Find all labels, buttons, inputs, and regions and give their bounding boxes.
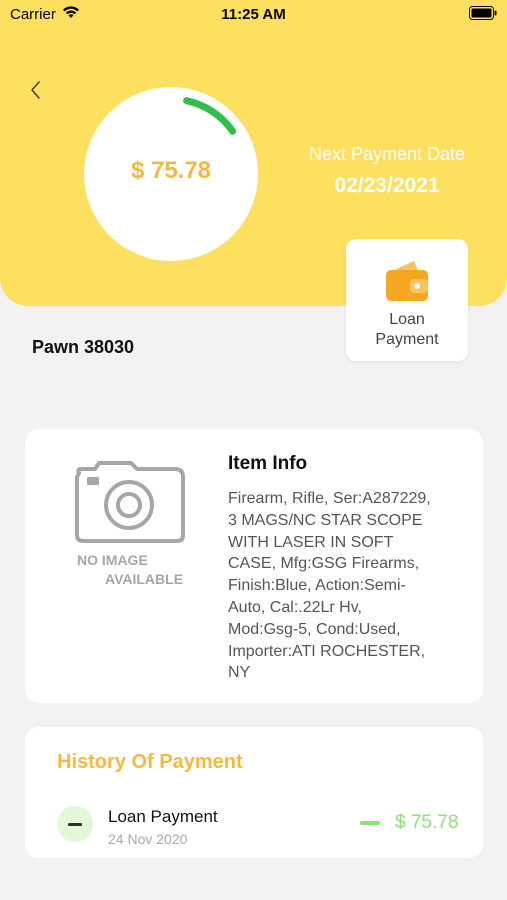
history-item-title: Loan Payment bbox=[108, 807, 218, 826]
item-info-title: Item Info bbox=[228, 453, 308, 474]
loan-payment-label-line1: Loan bbox=[389, 311, 425, 328]
description-line: Mod:Gsg-5, Cond:Used, bbox=[228, 620, 401, 638]
loan-payment-label: Loan Payment bbox=[346, 310, 468, 350]
battery-icon bbox=[469, 6, 497, 24]
progress-arc-stroke bbox=[183, 97, 237, 135]
next-payment-label: Next Payment Date bbox=[308, 144, 466, 164]
description-line: CASE, Mfg:GSG Firearms, bbox=[228, 555, 420, 573]
wallet-icon bbox=[384, 259, 430, 303]
next-payment-date: 02/23/2021 bbox=[334, 174, 440, 197]
dash-icon bbox=[360, 821, 380, 825]
history-item-amount: $ 75.78 bbox=[395, 812, 459, 833]
payment-history-card: History Of Payment Loan Payment 24 Nov 2… bbox=[25, 727, 483, 858]
status-bar: Carrier 11:25 AM bbox=[0, 0, 507, 30]
payment-amount: $ 75.78 bbox=[130, 157, 212, 184]
no-image-line2: AVAILABLE bbox=[105, 571, 183, 587]
no-image-line1: NO IMAGE bbox=[77, 552, 148, 568]
description-line: 3 MAGS/NC STAR SCOPE bbox=[228, 511, 423, 529]
description-line: WITH LASER IN SOFT bbox=[228, 533, 394, 551]
minus-icon bbox=[57, 806, 93, 842]
loan-payment-label-line2: Payment bbox=[375, 331, 439, 348]
history-title: History Of Payment bbox=[57, 751, 243, 773]
back-button[interactable] bbox=[24, 78, 48, 102]
history-item-date: 24 Nov 2020 bbox=[108, 831, 188, 847]
description-line: NY bbox=[228, 664, 251, 682]
description-line: Finish:Blue, Action:Semi- bbox=[228, 577, 406, 595]
no-image-placeholder: NO IMAGE AVAILABLE bbox=[73, 459, 193, 594]
chevron-left-icon bbox=[31, 81, 40, 99]
description-line: Importer:ATI ROCHESTER, bbox=[228, 642, 426, 660]
loan-payment-button[interactable]: Loan Payment bbox=[346, 239, 468, 361]
camera-icon bbox=[75, 461, 185, 543]
description-line: Auto, Cal:.22Lr Hv, bbox=[228, 598, 362, 616]
status-time: 11:25 AM bbox=[221, 6, 286, 23]
item-info-card: NO IMAGE AVAILABLE Item Info Firearm, Ri… bbox=[25, 429, 483, 703]
item-info-description: Firearm, Rifle, Ser:A287229, 3 MAGS/NC S… bbox=[228, 488, 473, 684]
pawn-title: Pawn 38030 bbox=[32, 337, 135, 357]
description-line: Firearm, Rifle, Ser:A287229, bbox=[228, 490, 431, 507]
